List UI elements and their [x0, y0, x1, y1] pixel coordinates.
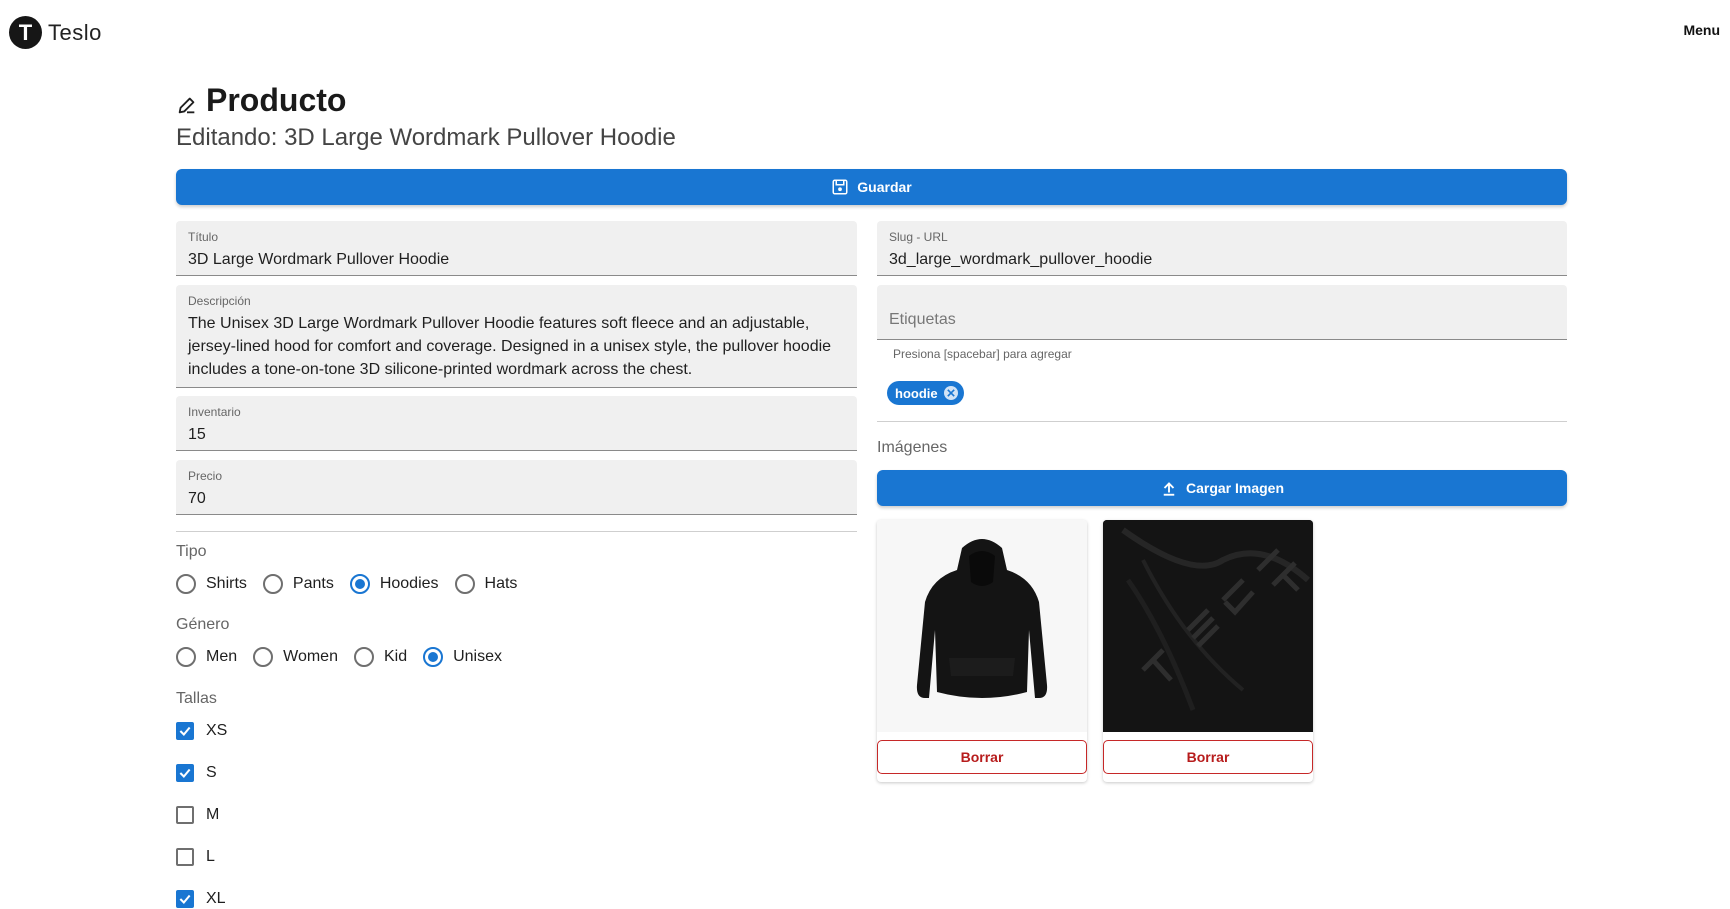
tag-chip-label: hoodie: [895, 385, 938, 401]
upload-image-button[interactable]: Cargar Imagen: [877, 470, 1567, 506]
radio-circle-selected: [423, 647, 444, 667]
top-navbar: T Teslo Menu: [0, 0, 1730, 62]
upload-image-label: Cargar Imagen: [1185, 480, 1285, 496]
description-field-value: The Unisex 3D Large Wordmark Pullover Ho…: [188, 315, 832, 378]
brand-name: Teslo: [48, 19, 102, 45]
title-field-label: Título: [188, 230, 219, 244]
size-checkbox-l[interactable]: L: [176, 848, 215, 866]
description-field[interactable]: Descripción The Unisex 3D Large Wordmark…: [176, 285, 857, 388]
save-button[interactable]: Guardar: [176, 169, 1567, 205]
type-option-pants[interactable]: Pants: [262, 574, 334, 594]
tags-helper-text: Presiona [spacebar] para agregar: [893, 347, 1072, 361]
page-subtitle: Editando: 3D Large Wordmark Pullover Hoo…: [176, 124, 676, 151]
checkbox-checked: [176, 722, 194, 740]
hoodie-front-photo: [877, 520, 1087, 732]
price-field-label: Precio: [188, 469, 223, 483]
slug-field-label: Slug - URL: [889, 230, 948, 244]
gender-radio-group: Men Women Kid Unisex: [176, 647, 518, 667]
radio-circle: [253, 647, 274, 667]
size-checkbox-m[interactable]: M: [176, 806, 219, 824]
gender-option-kid[interactable]: Kid: [353, 647, 407, 667]
inventory-field[interactable]: Inventario 15: [176, 396, 857, 451]
radio-circle: [176, 574, 196, 594]
left-divider: [176, 531, 857, 532]
price-field-value: 70: [188, 490, 206, 507]
inventory-field-label: Inventario: [188, 405, 241, 419]
price-field[interactable]: Precio 70: [176, 460, 857, 515]
radio-circle-selected: [349, 574, 370, 594]
delete-image-button[interactable]: Borrar: [877, 740, 1087, 774]
save-button-label: Guardar: [857, 179, 912, 195]
edit-icon: [178, 97, 195, 113]
tags-input-placeholder: Etiquetas: [889, 311, 956, 328]
size-checkbox-s[interactable]: S: [176, 764, 217, 782]
radio-circle: [454, 574, 475, 594]
type-radio-group: Shirts Pants Hoodies Hats: [176, 574, 533, 594]
type-option-hoodies[interactable]: Hoodies: [349, 574, 439, 594]
page-title: Producto: [176, 82, 346, 119]
sizes-label: Tallas: [176, 690, 217, 707]
images-label: Imágenes: [877, 439, 948, 456]
gender-option-women[interactable]: Women: [253, 647, 338, 667]
inventory-field-value: 15: [188, 426, 206, 443]
brand-logo[interactable]: T Teslo: [9, 16, 102, 49]
radio-circle: [353, 647, 374, 667]
menu-button[interactable]: Menu: [1683, 22, 1720, 38]
checkbox-checked: [176, 890, 194, 908]
size-checkbox-xs[interactable]: XS: [176, 722, 227, 740]
hoodie-closeup-photo: [1103, 520, 1313, 732]
radio-circle: [262, 574, 283, 594]
description-field-label: Descripción: [188, 294, 251, 308]
type-option-shirts[interactable]: Shirts: [176, 574, 247, 594]
size-checkbox-xl[interactable]: XL: [176, 890, 226, 908]
image-card: Borrar: [877, 520, 1087, 782]
slug-field[interactable]: Slug - URL 3d_large_wordmark_pullover_ho…: [877, 221, 1567, 276]
logo-icon: T: [9, 16, 42, 49]
save-icon: [832, 179, 848, 195]
slug-field-value: 3d_large_wordmark_pullover_hoodie: [889, 251, 1153, 268]
type-label: Tipo: [176, 543, 207, 560]
tags-input[interactable]: Etiquetas: [877, 285, 1567, 340]
delete-image-button[interactable]: Borrar: [1103, 740, 1313, 774]
right-divider: [877, 421, 1567, 422]
upload-icon: [1163, 482, 1175, 496]
gender-label: Género: [176, 616, 230, 633]
page-title-text: Producto: [206, 82, 347, 118]
radio-circle: [176, 647, 196, 667]
gender-option-unisex[interactable]: Unisex: [423, 647, 502, 667]
checkbox-unchecked: [176, 806, 194, 824]
checkbox-checked: [176, 764, 194, 782]
gender-option-men[interactable]: Men: [176, 647, 237, 667]
image-card: Borrar: [1103, 520, 1313, 782]
title-field-value: 3D Large Wordmark Pullover Hoodie: [188, 251, 450, 268]
checkbox-unchecked: [176, 848, 194, 866]
remove-tag-icon[interactable]: [943, 386, 958, 400]
type-option-hats[interactable]: Hats: [454, 574, 517, 594]
title-field[interactable]: Título 3D Large Wordmark Pullover Hoodie: [176, 221, 857, 276]
tag-chip-hoodie[interactable]: hoodie: [887, 381, 964, 405]
